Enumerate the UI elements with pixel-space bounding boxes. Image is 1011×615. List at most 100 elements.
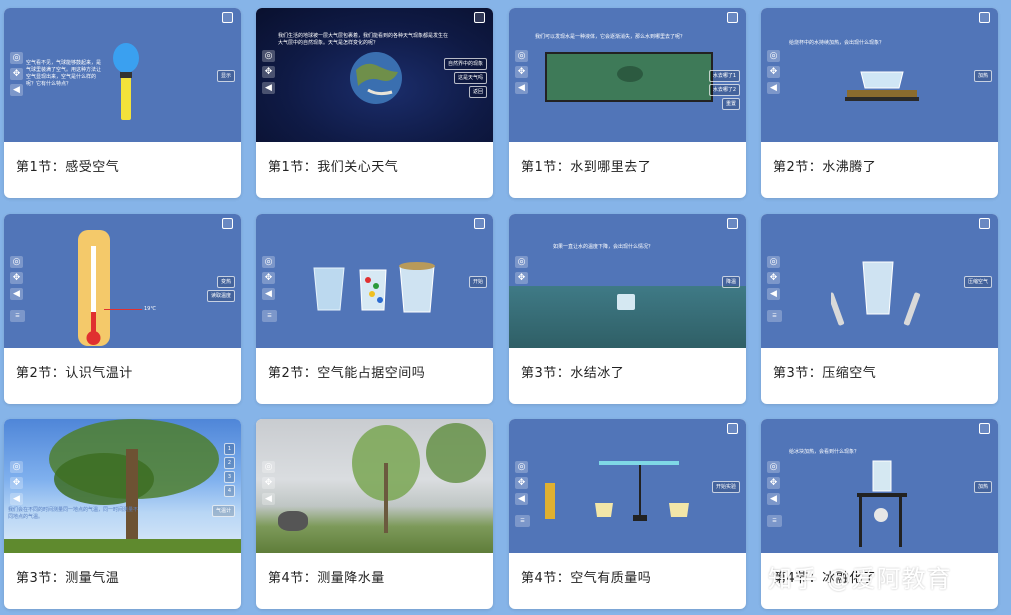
menu-icon[interactable] bbox=[474, 12, 485, 23]
option-button-1[interactable]: 1 bbox=[223, 443, 235, 455]
sound-icon[interactable]: ◀ bbox=[10, 288, 23, 300]
lesson-thumbnail[interactable]: ◎ ✥ ◀ ☰ 给冰块加热，会看到什么现象？ 加热 bbox=[761, 419, 998, 553]
weather-button[interactable]: 这是天气吗 bbox=[453, 72, 487, 84]
cardboard-icon[interactable]: ◎ bbox=[767, 50, 780, 62]
menu-icon[interactable] bbox=[222, 218, 233, 229]
sound-icon[interactable]: ◀ bbox=[767, 288, 780, 300]
heat-button[interactable]: 加热 bbox=[973, 70, 992, 82]
move-icon[interactable]: ✥ bbox=[767, 477, 780, 489]
lesson-text: 我们可以发现水是一种液体，它会逐渐消失，那么水到哪里去了呢？ bbox=[535, 34, 686, 40]
cool-button[interactable]: 降温 bbox=[721, 276, 740, 288]
start-experiment-button[interactable]: 开始实验 bbox=[711, 481, 740, 493]
lesson-thumbnail[interactable]: ◎ ✥ ◀ 我们可以发现水是一种液体，它会逐渐消失，那么水到哪里去了呢？ 水去哪… bbox=[509, 8, 746, 142]
lesson-card[interactable]: ◎ ✥ ◀ ☰ 如果一直让水的温度下降，会出现什么情况？ 降温 第3节：水结冰了 bbox=[509, 214, 746, 404]
water-button-2[interactable]: 水去哪了2 bbox=[708, 84, 740, 96]
cardboard-icon[interactable]: ◎ bbox=[262, 256, 275, 268]
lesson-thumbnail[interactable]: ◎ ✥ ◀ ☰ 19℃ 变热 读取温度 bbox=[4, 214, 241, 348]
move-icon[interactable]: ✥ bbox=[262, 477, 275, 489]
blackboard bbox=[545, 52, 713, 102]
lesson-thumbnail[interactable]: ◎ ✥ ◀ ☰ 开始 bbox=[256, 214, 493, 348]
lesson-card[interactable]: ◎ ✥ ◀ 空气看不见，气球能够鼓起来，是气球里装满了空气。用这种方法让空气显现… bbox=[4, 8, 241, 198]
rock bbox=[278, 511, 308, 531]
lesson-thumbnail[interactable]: ◎ ✥ ◀ 我们生活的地球被一层大气层包裹着，我们能看到的各种天气现象都是发生在… bbox=[256, 8, 493, 142]
read-button[interactable]: 读取温度 bbox=[206, 290, 235, 302]
option-button-3[interactable]: 3 bbox=[223, 471, 235, 483]
cardboard-icon[interactable]: ◎ bbox=[262, 50, 275, 62]
menu-button[interactable]: ☰ bbox=[515, 515, 530, 527]
sound-icon[interactable]: ◀ bbox=[515, 493, 528, 505]
cardboard-icon[interactable]: ◎ bbox=[10, 461, 23, 473]
move-icon[interactable]: ✥ bbox=[10, 477, 23, 489]
cardboard-icon[interactable]: ◎ bbox=[262, 461, 275, 473]
show-button[interactable]: 显示 bbox=[216, 70, 235, 82]
lesson-thumbnail[interactable]: ◎ ✥ ◀ 给烧杯中的水持续加热，会出现什么现象？ 加热 bbox=[761, 8, 998, 142]
sound-icon[interactable]: ◀ bbox=[262, 288, 275, 300]
menu-button[interactable]: ☰ bbox=[10, 310, 25, 322]
cardboard-icon[interactable]: ◎ bbox=[515, 461, 528, 473]
lesson-title: 第4节：空气有质量吗 bbox=[521, 571, 652, 586]
phenomenon-button[interactable]: 自然界中的现象 bbox=[443, 58, 487, 70]
thermometer-button[interactable]: 气温计 bbox=[211, 505, 235, 517]
menu-icon[interactable] bbox=[727, 218, 738, 229]
move-icon[interactable]: ✥ bbox=[767, 66, 780, 78]
menu-button[interactable]: ☰ bbox=[262, 310, 277, 322]
lesson-card[interactable]: ◎ ✥ ◀ ☰ 开始 第2节：空气能占据空间吗 bbox=[256, 214, 493, 404]
menu-icon[interactable] bbox=[979, 218, 990, 229]
sound-icon[interactable]: ◀ bbox=[10, 84, 23, 96]
lesson-card[interactable]: ◎ ✥ ◀ 我们会在不同的时间测量同一地点的气温，同一时间测量不同地点的气温。 … bbox=[4, 419, 241, 609]
menu-icon[interactable] bbox=[727, 12, 738, 23]
cardboard-icon[interactable]: ◎ bbox=[10, 52, 23, 64]
option-button-2[interactable]: 2 bbox=[223, 457, 235, 469]
back-button[interactable]: 返回 bbox=[468, 86, 487, 98]
lesson-card[interactable]: ◎ ✥ ◀ ☰ 压缩空气 第3节：压缩空气 bbox=[761, 214, 998, 404]
balance-illustration bbox=[545, 461, 689, 521]
heat-button[interactable]: 变热 bbox=[216, 276, 235, 288]
cardboard-icon[interactable]: ◎ bbox=[515, 256, 528, 268]
menu-icon[interactable] bbox=[222, 12, 233, 23]
menu-icon[interactable] bbox=[727, 423, 738, 434]
move-icon[interactable]: ✥ bbox=[262, 272, 275, 284]
menu-icon[interactable] bbox=[474, 218, 485, 229]
move-icon[interactable]: ✥ bbox=[515, 477, 528, 489]
lesson-thumbnail[interactable]: ◎ ✥ ◀ ☰ 如果一直让水的温度下降，会出现什么情况？ 降温 bbox=[509, 214, 746, 348]
reset-button[interactable]: 重置 bbox=[721, 98, 740, 110]
lesson-thumbnail[interactable]: ◎ ✥ ◀ 我们会在不同的时间测量同一地点的气温，同一时间测量不同地点的气温。 … bbox=[4, 419, 241, 553]
lesson-card[interactable]: ◎ ✥ ◀ 我们可以发现水是一种液体，它会逐渐消失，那么水到哪里去了呢？ 水去哪… bbox=[509, 8, 746, 198]
sound-icon[interactable]: ◀ bbox=[10, 493, 23, 505]
lesson-card[interactable]: ◎ ✥ ◀ 给烧杯中的水持续加热，会出现什么现象？ 加热 第2节：水沸腾了 bbox=[761, 8, 998, 198]
move-icon[interactable]: ✥ bbox=[515, 272, 528, 284]
move-icon[interactable]: ✥ bbox=[10, 68, 23, 80]
cardboard-icon[interactable]: ◎ bbox=[10, 256, 23, 268]
sound-icon[interactable]: ◀ bbox=[767, 82, 780, 94]
lesson-thumbnail[interactable]: ◎ ✥ ◀ 空气看不见，气球能够鼓起来，是气球里装满了空气。用这种方法让空气显现… bbox=[4, 8, 241, 142]
water-button-1[interactable]: 水去哪了1 bbox=[708, 70, 740, 82]
tree-illustration bbox=[49, 419, 219, 553]
lesson-card[interactable]: ◎ ✥ ◀ 第4节：测量降水量 bbox=[256, 419, 493, 609]
lesson-thumbnail[interactable]: ◎ ✥ ◀ ☰ 压缩空气 bbox=[761, 214, 998, 348]
lesson-thumbnail[interactable]: ◎ ✥ ◀ ☰ 开始实验 bbox=[509, 419, 746, 553]
menu-icon[interactable] bbox=[979, 12, 990, 23]
sound-icon[interactable]: ◀ bbox=[515, 82, 528, 94]
move-icon[interactable]: ✥ bbox=[767, 272, 780, 284]
lesson-text: 我们生活的地球被一层大气层包裹着，我们能看到的各种天气现象都是发生在大气层中的自… bbox=[278, 33, 449, 46]
option-button-4[interactable]: 4 bbox=[223, 485, 235, 497]
menu-button[interactable]: ☰ bbox=[767, 515, 782, 527]
sound-icon[interactable]: ◀ bbox=[767, 493, 780, 505]
cardboard-icon[interactable]: ◎ bbox=[767, 256, 780, 268]
move-icon[interactable]: ✥ bbox=[10, 272, 23, 284]
start-button[interactable]: 开始 bbox=[468, 276, 487, 288]
move-icon[interactable]: ✥ bbox=[515, 66, 528, 78]
lesson-card[interactable]: ◎ ✥ ◀ ☰ 19℃ 变热 读取温度 第2节：认识气温计 bbox=[4, 214, 241, 404]
sound-icon[interactable]: ◀ bbox=[262, 82, 275, 94]
lesson-card[interactable]: ◎ ✥ ◀ ☰ 开始实验 第4节：空气有质量吗 bbox=[509, 419, 746, 609]
lesson-thumbnail[interactable]: ◎ ✥ ◀ bbox=[256, 419, 493, 553]
lesson-card[interactable]: ◎ ✥ ◀ 我们生活的地球被一层大气层包裹着，我们能看到的各种天气现象都是发生在… bbox=[256, 8, 493, 198]
compress-button[interactable]: 压缩空气 bbox=[963, 276, 992, 288]
move-icon[interactable]: ✥ bbox=[262, 66, 275, 78]
menu-icon[interactable] bbox=[979, 423, 990, 434]
cardboard-icon[interactable]: ◎ bbox=[767, 461, 780, 473]
menu-button[interactable]: ☰ bbox=[767, 310, 782, 322]
heat-button[interactable]: 加热 bbox=[973, 481, 992, 493]
cardboard-icon[interactable]: ◎ bbox=[515, 50, 528, 62]
sound-icon[interactable]: ◀ bbox=[262, 493, 275, 505]
